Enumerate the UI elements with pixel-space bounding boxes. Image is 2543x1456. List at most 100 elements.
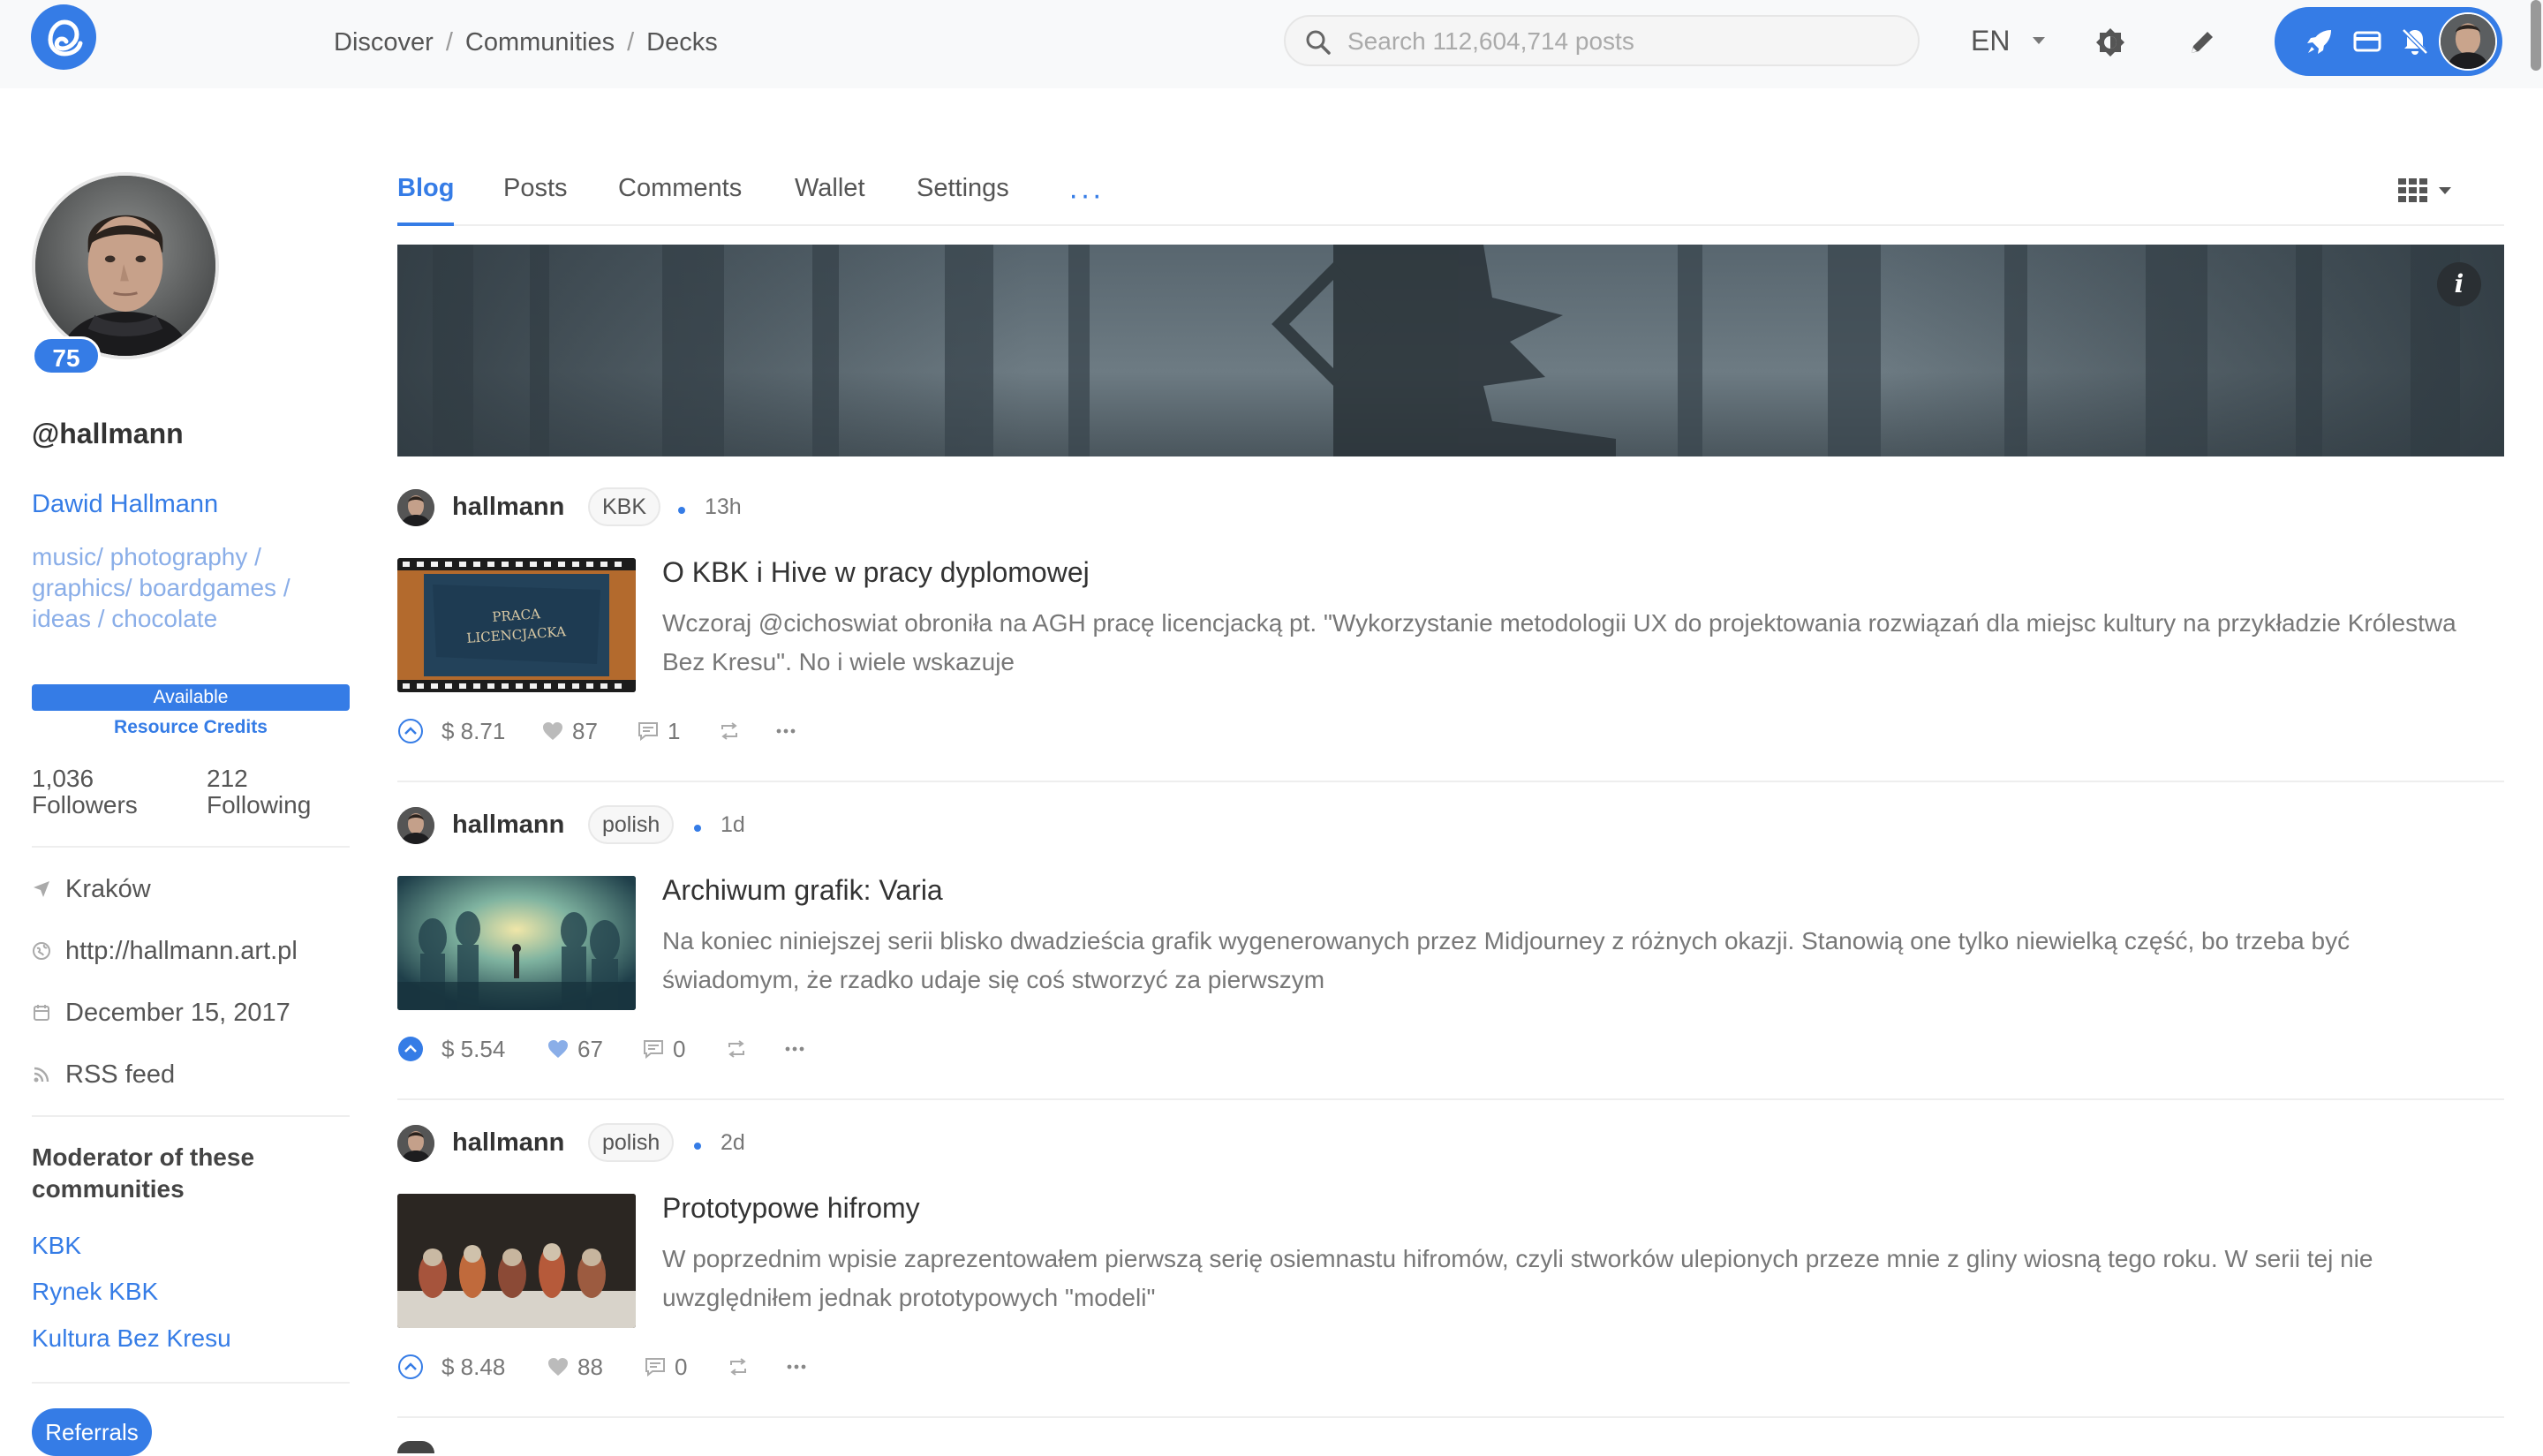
rss-icon — [34, 1067, 49, 1083]
profile-avatar[interactable] — [32, 172, 219, 359]
post-thumbnail[interactable]: PRACA LICENCJACKA — [397, 558, 636, 692]
followers-count: 1,036 — [32, 765, 94, 792]
rocket-icon[interactable] — [2303, 25, 2336, 58]
post-item: hallmann polish 2d Prototypowe hifromy W… — [397, 1123, 2504, 1425]
vote-count: 67 — [577, 1035, 603, 1062]
post-actions: $ 8.71 87 1 — [397, 713, 1280, 749]
search-box — [1284, 15, 1920, 66]
post-payout[interactable]: $ 5.54 — [441, 1031, 505, 1067]
author-avatar[interactable] — [397, 1125, 434, 1162]
author-avatar[interactable] — [397, 807, 434, 844]
upvote-icon — [398, 1037, 423, 1061]
post-community-tag[interactable]: polish — [588, 805, 675, 844]
comments-button[interactable]: 0 — [645, 1349, 687, 1384]
joined-date: December 15, 2017 — [65, 998, 291, 1027]
post-payout[interactable]: $ 8.71 — [441, 713, 505, 749]
upvote-icon — [398, 1354, 423, 1379]
separator-dot — [694, 825, 701, 832]
credit-card-icon[interactable] — [2351, 25, 2384, 58]
profile-website[interactable]: http://hallmann.art.pl — [32, 935, 298, 967]
post-payout[interactable]: $ 8.48 — [441, 1349, 505, 1384]
bell-off-icon[interactable] — [2398, 25, 2432, 58]
followers-stat[interactable]: 1,036 Followers — [32, 766, 138, 819]
breadcrumb-communities[interactable]: Communities — [465, 28, 615, 57]
resource-credits-label[interactable]: Resource Credits — [32, 717, 350, 738]
post-author[interactable]: hallmann — [452, 493, 564, 522]
upvote-button[interactable] — [397, 1031, 433, 1067]
tabs-more-icon[interactable]: ··· — [1068, 178, 1104, 213]
breadcrumb-discover[interactable]: Discover — [334, 28, 434, 57]
community-link-kbk[interactable]: KBK — [32, 1232, 81, 1260]
reblog-button[interactable] — [719, 713, 749, 749]
post-age[interactable]: 2d — [721, 1130, 745, 1156]
post-more-button[interactable] — [784, 1031, 814, 1067]
breadcrumb-decks[interactable]: Decks — [646, 28, 718, 57]
post-community-tag[interactable]: KBK — [588, 487, 661, 526]
chevron-down-icon[interactable] — [2033, 37, 2045, 44]
post-more-button[interactable] — [786, 1349, 816, 1384]
grid-view-icon[interactable] — [2398, 177, 2428, 203]
post-title[interactable]: O KBK i Hive w pracy dyplomowej — [662, 556, 1090, 589]
referrals-button[interactable]: Referrals — [32, 1408, 152, 1456]
user-avatar[interactable] — [2439, 12, 2497, 71]
tab-posts[interactable]: Posts — [503, 171, 568, 226]
moderator-heading: Moderator of these communities — [32, 1143, 255, 1203]
cover-info-icon[interactable]: i — [2437, 262, 2481, 306]
rss-link[interactable]: RSS feed — [65, 1060, 175, 1090]
post-actions: $ 5.54 67 0 — [397, 1031, 1280, 1067]
profile-about: music/ photography / graphics/ boardgame… — [32, 543, 291, 632]
post-excerpt[interactable]: W poprzednim wpisie zaprezentowałem pier… — [662, 1240, 2490, 1317]
post-item: hallmann polish 1d Archiwum grafik: Vari… — [397, 805, 2504, 1107]
votes-button[interactable]: 87 — [542, 713, 598, 749]
post-thumbnail[interactable] — [397, 876, 636, 1010]
post-age[interactable]: 13h — [705, 494, 742, 520]
profile-rss[interactable]: RSS feed — [32, 1059, 175, 1090]
tab-comments[interactable]: Comments — [618, 171, 742, 226]
post-thumbnail[interactable] — [397, 1194, 636, 1328]
community-link-rynek-kbk[interactable]: Rynek KBK — [32, 1278, 158, 1306]
page-scrollbar[interactable] — [2531, 0, 2541, 71]
upvote-icon — [398, 719, 423, 743]
reblog-button[interactable] — [728, 1349, 758, 1384]
reblog-button[interactable] — [726, 1031, 756, 1067]
tab-wallet[interactable]: Wallet — [795, 171, 865, 226]
upvote-button[interactable] — [397, 713, 433, 749]
profile-cover-image — [397, 245, 2504, 456]
search-icon — [1306, 30, 1331, 55]
votes-button[interactable]: 67 — [547, 1031, 603, 1067]
following-stat[interactable]: 212 Following — [207, 766, 311, 819]
next-post-author-avatar[interactable] — [397, 1441, 434, 1453]
post-author[interactable]: hallmann — [452, 1128, 564, 1158]
votes-button[interactable]: 88 — [547, 1349, 603, 1384]
post-community-tag[interactable]: polish — [588, 1123, 675, 1162]
search-input[interactable] — [1347, 26, 1895, 57]
theme-toggle-icon[interactable] — [2093, 25, 2128, 60]
post-excerpt[interactable]: Wczoraj @cichoswiat obroniła na AGH prac… — [662, 604, 2490, 682]
chevron-down-icon[interactable] — [2439, 187, 2451, 194]
profile-tabs: Blog Posts Comments Wallet Settings ··· — [397, 171, 2504, 226]
post-title[interactable]: Prototypowe hifromy — [662, 1192, 920, 1225]
top-bar: Discover / Communities / Decks EN — [0, 0, 2543, 88]
language-selector[interactable]: EN — [1971, 25, 2010, 57]
post-age[interactable]: 1d — [721, 812, 745, 838]
pencil-icon[interactable] — [2185, 25, 2220, 60]
hive-logo-icon[interactable] — [31, 4, 96, 70]
author-avatar[interactable] — [397, 489, 434, 526]
resource-credits-bar[interactable]: Available — [32, 684, 350, 711]
tab-settings[interactable]: Settings — [917, 171, 1009, 226]
post-excerpt[interactable]: Na koniec niniejszej serii blisko dwadzi… — [662, 922, 2490, 1000]
post-author[interactable]: hallmann — [452, 811, 564, 840]
community-link-kultura-bez-kresu[interactable]: Kultura Bez Kresu — [32, 1324, 231, 1353]
following-count: 212 — [207, 765, 248, 792]
post-item: hallmann KBK 13h PRACA LICENCJACKA O KBK… — [397, 487, 2504, 789]
tab-blog[interactable]: Blog — [397, 171, 455, 226]
breadcrumb: Discover / Communities / Decks — [334, 26, 718, 58]
profile-name[interactable]: Dawid Hallmann — [32, 490, 218, 519]
post-title[interactable]: Archiwum grafik: Varia — [662, 874, 943, 907]
comments-button[interactable]: 1 — [638, 713, 680, 749]
divider — [32, 1382, 350, 1384]
upvote-button[interactable] — [397, 1349, 433, 1384]
post-more-button[interactable] — [775, 713, 805, 749]
comments-button[interactable]: 0 — [643, 1031, 685, 1067]
website-link[interactable]: http://hallmann.art.pl — [65, 937, 298, 966]
